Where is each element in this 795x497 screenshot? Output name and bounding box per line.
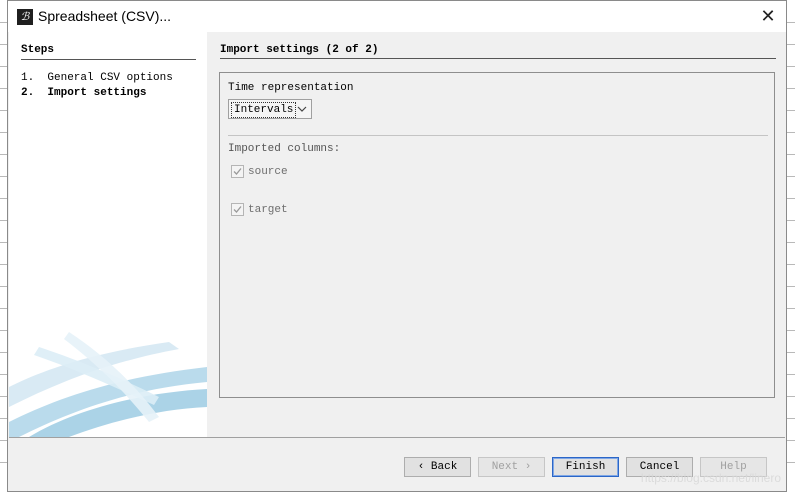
column-checkbox-target[interactable] xyxy=(231,203,244,216)
page-title-divider xyxy=(220,58,776,59)
steps-title: Steps xyxy=(21,44,55,56)
app-icon: ℬ xyxy=(17,9,33,25)
column-label-target: target xyxy=(248,204,288,216)
watermark-text: https://blog.csdn.net/linero xyxy=(640,471,781,485)
window-title: Spreadsheet (CSV)... xyxy=(38,8,172,24)
next-button[interactable]: Next › xyxy=(478,457,545,477)
time-representation-label: Time representation xyxy=(228,82,354,94)
section-divider xyxy=(228,135,768,136)
step-import-settings: 2. Import settings xyxy=(21,87,147,99)
check-icon xyxy=(233,206,242,213)
column-checkbox-source[interactable] xyxy=(231,165,244,178)
back-button[interactable]: ‹ Back xyxy=(404,457,471,477)
close-button[interactable]: ✕ xyxy=(750,1,786,32)
time-representation-value: Intervals xyxy=(231,102,297,118)
title-bar[interactable]: ℬ Spreadsheet (CSV)... ✕ xyxy=(8,1,786,32)
decorative-swoosh-graphic xyxy=(9,332,207,437)
check-icon xyxy=(233,168,242,175)
settings-box: Time representation Intervals Imported c… xyxy=(219,72,775,398)
time-representation-select[interactable]: Intervals xyxy=(228,99,312,119)
footer-divider xyxy=(9,437,785,438)
steps-panel: Steps 1. General CSV options 2. Import s… xyxy=(9,32,207,437)
column-label-source: source xyxy=(248,166,288,178)
step-general-csv-options: 1. General CSV options xyxy=(21,72,173,84)
imported-columns-label: Imported columns: xyxy=(228,143,341,155)
import-dialog: ℬ Spreadsheet (CSV)... ✕ Steps 1. Genera… xyxy=(7,0,787,492)
page-title: Import settings (2 of 2) xyxy=(220,44,379,56)
steps-divider xyxy=(21,59,196,60)
chevron-down-icon xyxy=(297,106,307,112)
finish-button[interactable]: Finish xyxy=(552,457,619,477)
